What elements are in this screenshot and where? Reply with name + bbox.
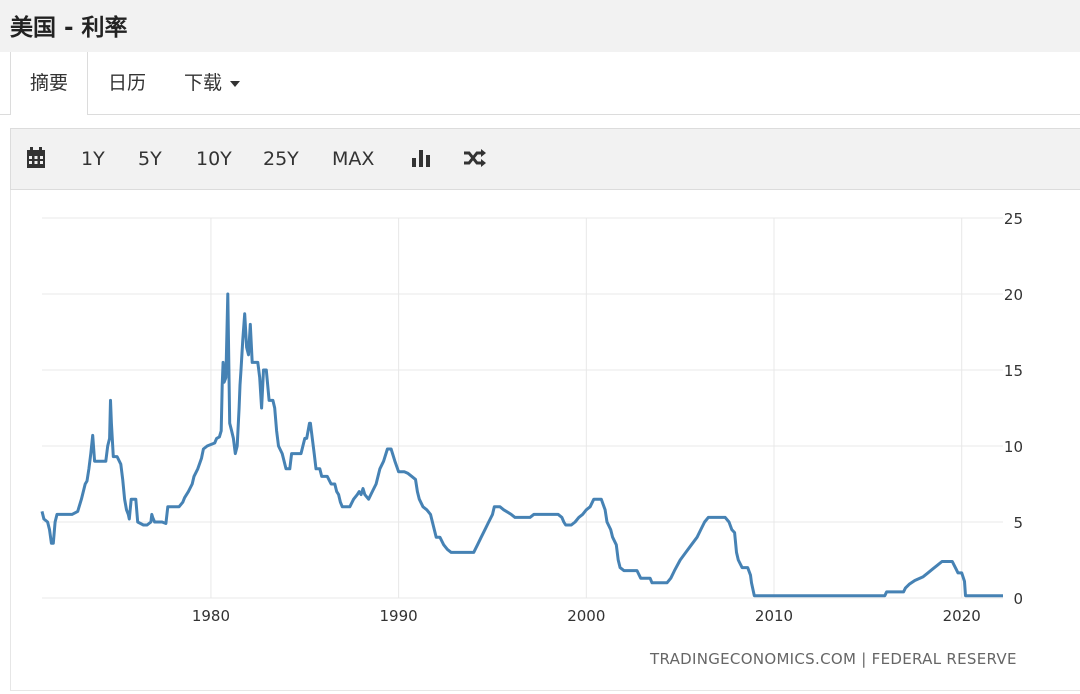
series-line (40, 292, 1003, 598)
x-tick-label: 1980 (192, 607, 230, 625)
source-credit: TRADINGECONOMICS.COM | FEDERAL RESERVE (650, 650, 1017, 668)
x-tick-label: 2020 (943, 607, 981, 625)
y-tick-label: 5 (1013, 514, 1023, 532)
x-tick-label: 2010 (755, 607, 793, 625)
interest-rate-chart: 0 5 10 15 20 25 1980 1990 2000 2010 2020 (40, 210, 1023, 625)
x-tick-label: 2000 (567, 607, 605, 625)
y-tick-label: 25 (1004, 210, 1023, 228)
y-tick-label: 0 (1013, 590, 1023, 608)
y-tick-label: 20 (1004, 286, 1023, 304)
y-tick-label: 10 (1004, 438, 1023, 456)
y-tick-label: 15 (1004, 362, 1023, 380)
x-tick-label: 1990 (380, 607, 418, 625)
